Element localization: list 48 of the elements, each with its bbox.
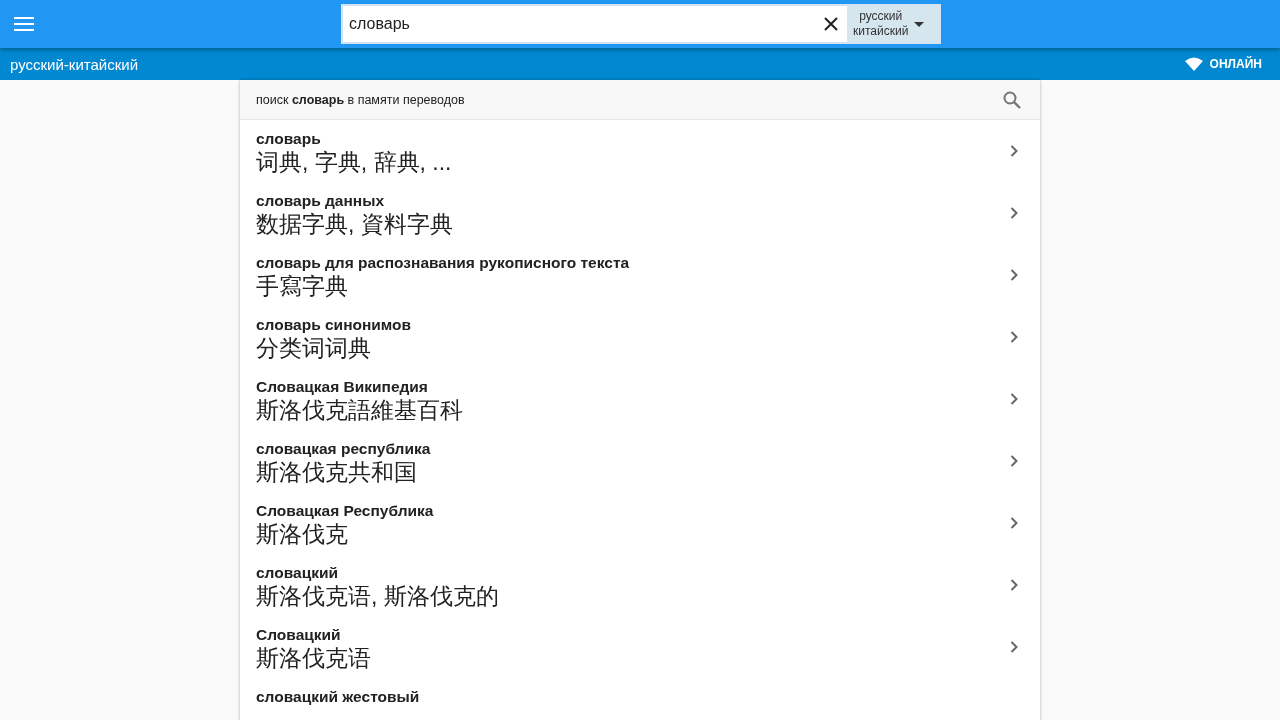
result-translation: 斯洛伐克語維基百科 [256,396,463,424]
result-term: словацкий [256,564,340,582]
result-translation: 分类词词典 [256,334,372,362]
result-item[interactable]: словацкий 斯洛伐克语, 斯洛伐克的 [240,554,1040,616]
caret-icon [914,21,925,27]
search-field[interactable]: словарь русский китайский [341,4,941,44]
result-term: словацкий жестовый [256,688,420,706]
chevron-right-icon [1010,144,1018,157]
result-term: словацкая республика [256,440,431,458]
result-item[interactable]: Словацкая Республика 斯洛伐克 [240,492,1040,554]
chevron-right-icon [1010,330,1018,343]
result-item[interactable]: словарь данных 数据字典, 資料字典 [240,182,1040,244]
menu-icon[interactable] [14,17,34,31]
memory-search-text: поиск словарь в памяти переводов [256,92,465,107]
result-term: словарь [256,130,322,148]
result-translation: 手寫字典 [256,272,349,300]
status-label: ОНЛАЙН [1209,57,1262,71]
chevron-right-icon [1010,454,1018,467]
dictionary-title: русский-китайский [10,55,138,73]
result-item[interactable]: словарь для распознавания рукописного текста 手寫字典 [240,244,1040,306]
result-translation: 斯洛伐克语 [256,644,371,672]
result-item[interactable]: словарь синонимов 分类词词典 [240,306,1040,368]
result-translation: 斯洛伐克共和国 [256,458,418,486]
search-icon[interactable] [1003,90,1021,109]
language-selector[interactable]: русский китайский [847,6,939,42]
result-term: словарь синонимов [256,316,412,334]
chevron-right-icon [1010,516,1018,529]
chevron-right-icon [1010,206,1018,219]
result-item[interactable]: словацкий жестовый [240,678,1040,720]
result-item[interactable]: словацкая республика 斯洛伐克共和国 [240,430,1040,492]
result-translation: 斯洛伐克语, 斯洛伐克的 [256,582,499,610]
result-term: словарь данных [256,192,386,210]
chevron-right-icon [1010,640,1018,653]
chevron-right-icon [1010,268,1018,281]
result-item[interactable]: словарь 词典, 字典, 辞典, ... [240,120,1040,182]
result-term: Словацкая Республика [256,502,434,520]
result-item[interactable]: Словацкий 斯洛伐克语 [240,616,1040,678]
result-term: Словацкая Википедия [256,378,429,396]
wifi-icon [1184,57,1203,71]
result-translation: 词典, 字典, 辞典, ... [256,148,452,176]
memory-search-row[interactable]: поиск словарь в памяти переводов [240,80,1040,120]
result-term: словарь для распознавания рукописного текста [256,254,630,272]
result-translation: 斯洛伐克 [256,520,349,548]
result-item[interactable]: Словацкая Википедия 斯洛伐克語維基百科 [240,368,1040,430]
result-term: Словацкий [256,626,342,644]
chevron-right-icon [1010,578,1018,591]
chevron-right-icon [1010,392,1018,405]
result-translation: 数据字典, 資料字典 [256,210,453,238]
